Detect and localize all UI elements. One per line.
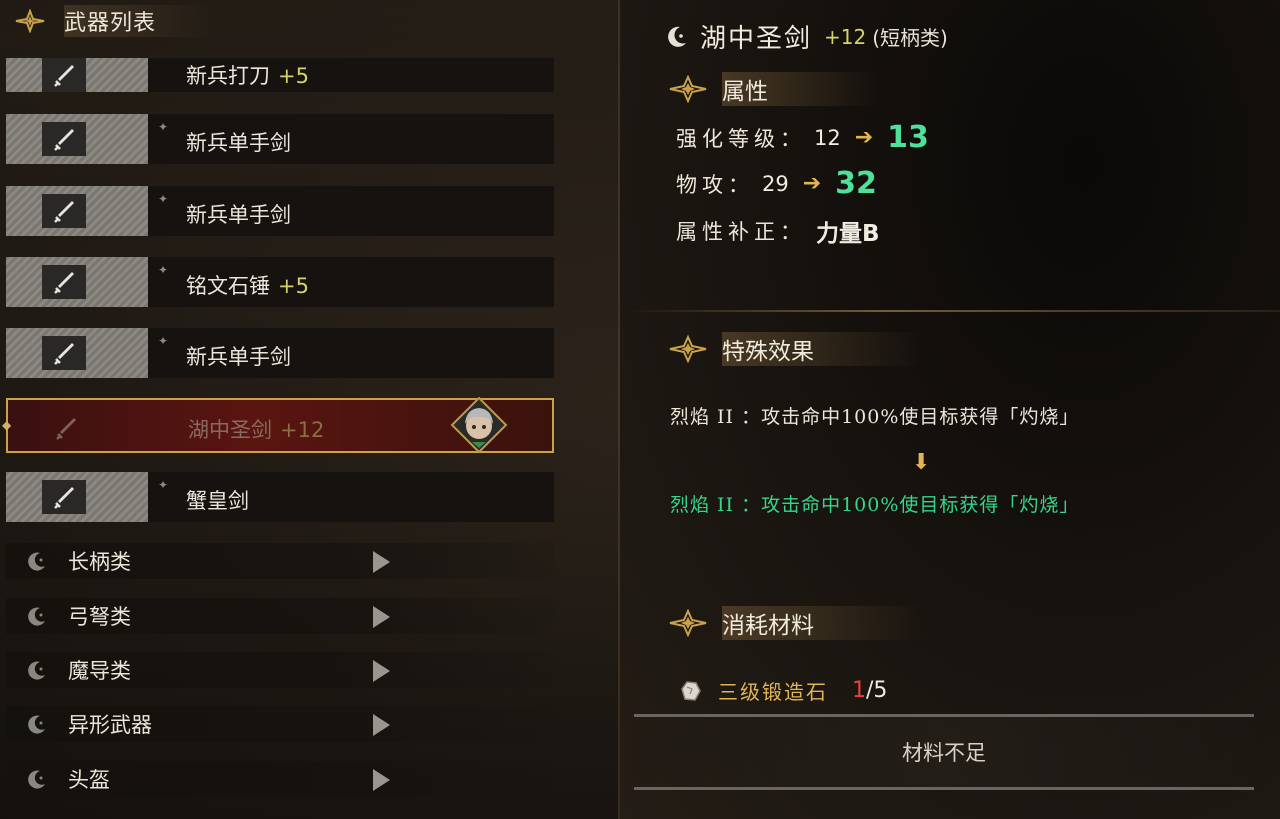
moon-icon	[28, 661, 45, 680]
chevron-right-icon	[373, 660, 390, 682]
weapon-thumb	[6, 186, 148, 236]
chevron-right-icon	[373, 551, 390, 573]
chevron-right-icon	[373, 769, 390, 791]
weapon-row-4[interactable]: ✦ 铭文石锤 +5	[6, 257, 554, 307]
stat-old-value: 12	[814, 125, 841, 150]
star-badge-icon	[668, 74, 708, 104]
weapon-thumb	[6, 257, 148, 307]
equipped-character-avatar	[450, 396, 508, 454]
category-polearm[interactable]: 长柄类	[6, 543, 554, 579]
stat-new-value: 32	[835, 166, 877, 201]
weapon-row-7[interactable]: ✦ 蟹皇剑	[6, 472, 554, 522]
stat-enhance-level: 强化等级： 12 ➔ 13	[676, 120, 929, 155]
weapon-row-3[interactable]: ✦ 新兵单手剑	[6, 186, 554, 236]
category-helmet[interactable]: 头盔	[6, 761, 554, 797]
weapon-name: 蟹皇剑	[186, 489, 249, 513]
material-owned: 1	[852, 678, 866, 703]
weapon-thumb	[8, 401, 150, 451]
weapon-list-header: 武器列表	[14, 5, 217, 37]
stat-value: 力量B	[816, 221, 880, 247]
sword-icon	[42, 265, 86, 299]
category-label: 异形武器	[68, 713, 152, 737]
sparkle-icon: ✦	[158, 263, 169, 277]
star-badge-icon	[668, 334, 708, 364]
weapon-row-1[interactable]: 新兵打刀 +5	[6, 58, 554, 92]
chevron-right-icon	[373, 714, 390, 736]
moon-icon	[28, 715, 45, 734]
moon-icon	[28, 552, 45, 571]
effect-current: 烈焰 II ：攻击命中100%使目标获得「灼烧」	[670, 406, 1080, 428]
section-title: 属性	[722, 72, 878, 106]
effect-upgraded: 烈焰 II ：攻击命中100%使目标获得「灼烧」	[670, 494, 1080, 516]
ore-stone-icon	[681, 680, 701, 701]
weapon-list-title: 武器列表	[64, 5, 217, 37]
sparkle-icon: ✦	[158, 120, 169, 134]
section-divider	[626, 310, 1280, 312]
material-required: /5	[866, 678, 888, 703]
moon-icon	[28, 607, 45, 626]
sparkle-icon: ✦	[158, 478, 169, 492]
item-title-row: 湖中圣剑 +12 (短柄类)	[664, 18, 948, 55]
category-bow[interactable]: 弓弩类	[6, 598, 554, 634]
panel-divider	[618, 0, 620, 819]
star-badge-icon	[668, 608, 708, 638]
weapon-row-5[interactable]: ✦ 新兵单手剑	[6, 328, 554, 378]
material-name: 三级锻造石	[718, 680, 828, 704]
section-title: 特殊效果	[722, 332, 924, 366]
weapon-thumb	[6, 114, 148, 164]
materials-header: 消耗材料	[668, 606, 924, 640]
item-type: (短柄类)	[872, 26, 948, 50]
arrow-right-icon: ➔	[802, 171, 822, 196]
sword-icon	[42, 194, 86, 228]
category-special-weapon[interactable]: 异形武器	[6, 706, 554, 742]
weapon-name: 新兵单手剑	[186, 203, 291, 227]
stat-old-value: 29	[762, 171, 789, 196]
row-notch	[144, 58, 174, 92]
sword-icon	[42, 122, 86, 156]
weapon-name: 新兵单手剑	[186, 345, 291, 369]
weapon-thumb	[6, 328, 148, 378]
arrow-down-icon: ⬇	[912, 450, 931, 475]
weapon-name: 新兵单手剑	[186, 131, 291, 155]
section-title: 消耗材料	[722, 606, 924, 640]
moon-icon	[668, 26, 686, 47]
weapon-name: 湖中圣剑 +12	[188, 418, 325, 442]
weapon-thumb	[6, 472, 148, 522]
sparkle-icon: ✦	[158, 334, 169, 348]
weapon-row-selected[interactable]: ◆ 湖中圣剑 +12	[2, 396, 554, 454]
upgrade-button-label: 材料不足	[902, 741, 986, 765]
stat-physical-attack: 物攻： 29 ➔ 32	[676, 166, 877, 201]
category-label: 魔导类	[68, 659, 131, 683]
sword-icon	[42, 58, 86, 92]
special-effects-header: 特殊效果	[668, 332, 924, 366]
material-row: 三级锻造石 1 /5	[678, 676, 887, 705]
star-badge-icon	[14, 8, 46, 34]
category-magic[interactable]: 魔导类	[6, 652, 554, 688]
stat-label: 强化等级：	[676, 126, 806, 151]
sword-icon	[42, 480, 86, 514]
attributes-header: 属性	[668, 72, 878, 106]
upgrade-button[interactable]: 材料不足	[634, 714, 1254, 790]
category-label: 弓弩类	[68, 605, 131, 629]
weapon-row-2[interactable]: ✦ 新兵单手剑	[6, 114, 554, 164]
sparkle-icon: ✦	[158, 192, 169, 206]
stat-scaling: 属性补正： 力量B	[676, 214, 880, 248]
item-plus: +12	[824, 24, 867, 49]
stat-label: 物攻：	[676, 172, 754, 197]
sword-icon	[44, 411, 88, 445]
category-label: 长柄类	[68, 550, 131, 574]
weapon-thumb	[6, 58, 148, 92]
arrow-right-icon: ➔	[854, 125, 874, 150]
moon-icon	[28, 770, 45, 789]
sword-icon	[42, 336, 86, 370]
stat-label: 属性补正：	[676, 220, 806, 244]
category-label: 头盔	[68, 768, 110, 792]
weapon-name: 铭文石锤 +5	[186, 274, 309, 298]
stat-new-value: 13	[887, 120, 929, 155]
weapon-name: 新兵打刀 +5	[186, 64, 309, 88]
item-title: 湖中圣剑	[700, 24, 813, 54]
chevron-right-icon	[373, 606, 390, 628]
